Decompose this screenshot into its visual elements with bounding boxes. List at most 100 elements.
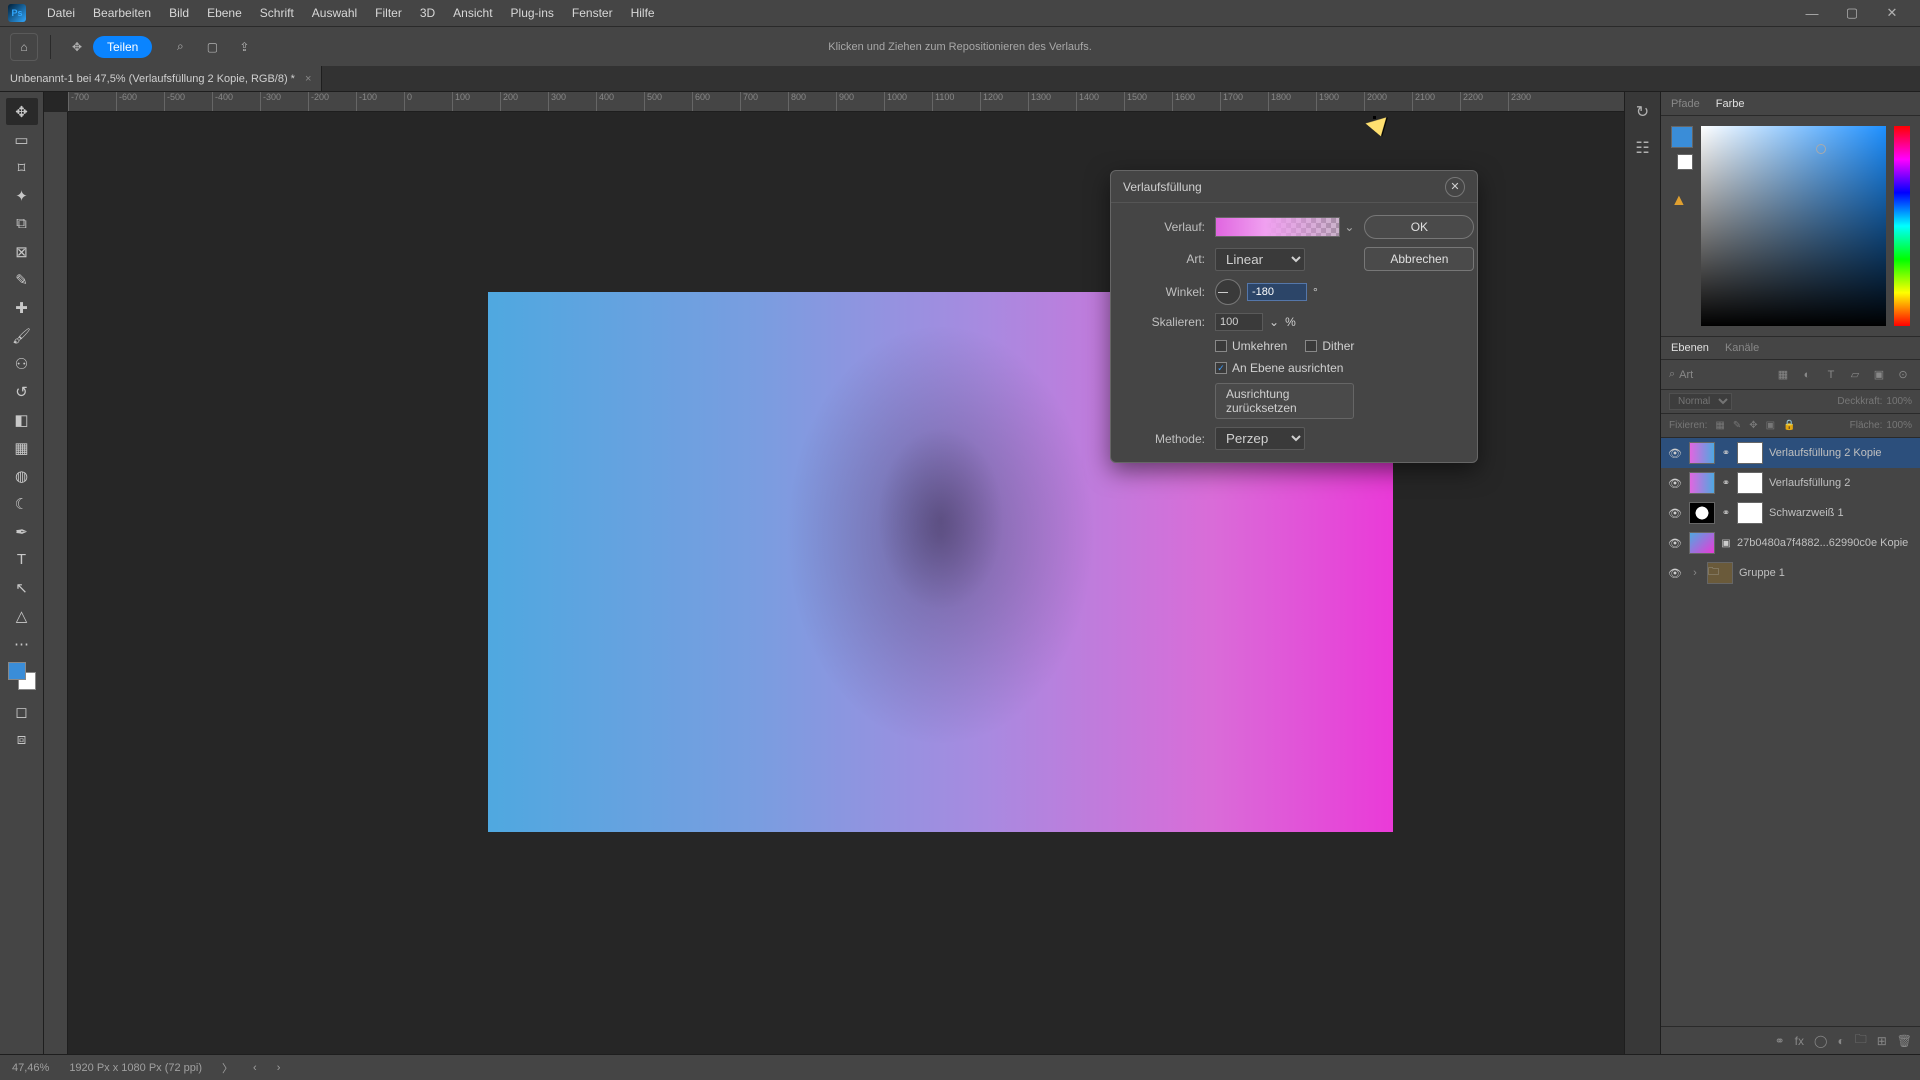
blend-mode-select[interactable]: Normal [1669, 393, 1732, 410]
color-swatches[interactable] [8, 662, 36, 690]
wand-tool[interactable]: ✦ [6, 182, 38, 209]
document-tab-close[interactable]: × [305, 73, 311, 85]
art-select[interactable]: Linear [1215, 248, 1305, 271]
search-icon[interactable]: ⌕ [168, 39, 192, 54]
menu-fenster[interactable]: Fenster [563, 6, 622, 20]
cancel-button[interactable]: Abbrechen [1364, 247, 1474, 271]
marquee-tool[interactable]: ▭ [6, 126, 38, 153]
lock-all-icon[interactable]: 🔒 [1783, 420, 1795, 431]
eyedropper-tool[interactable]: ✎ [6, 266, 38, 293]
tab-pfade[interactable]: Pfade [1671, 98, 1700, 110]
tab-farbe[interactable]: Farbe [1716, 98, 1745, 110]
layer-row[interactable]: 👁⚭Schwarzweiß 1 [1661, 498, 1920, 528]
shape-tool[interactable]: △ [6, 602, 38, 629]
lock-artboard-icon[interactable]: ▣ [1766, 420, 1775, 431]
dialog-titlebar[interactable]: Verlaufsfüllung ✕ [1111, 171, 1477, 203]
dialog-close-button[interactable]: ✕ [1445, 177, 1465, 197]
color-marker[interactable] [1816, 144, 1826, 154]
properties-panel-icon[interactable]: ☷ [1631, 136, 1655, 160]
menu-ansicht[interactable]: Ansicht [444, 6, 501, 20]
tab-ebenen[interactable]: Ebenen [1671, 342, 1709, 354]
filter-toggle[interactable]: ⊙ [1894, 368, 1912, 381]
window-close[interactable]: ✕ [1872, 5, 1912, 21]
menu-bearbeiten[interactable]: Bearbeiten [84, 6, 160, 20]
visibility-icon[interactable]: 👁 [1667, 507, 1683, 520]
fx-icon[interactable]: fx [1795, 1034, 1804, 1048]
align-checkbox[interactable]: An Ebene ausrichten [1215, 361, 1354, 375]
group-fold-icon[interactable]: › [1689, 567, 1701, 579]
angle-input[interactable] [1247, 283, 1307, 301]
method-select[interactable]: Perzeptiv [1215, 427, 1305, 450]
layer-mask[interactable] [1737, 472, 1763, 494]
gradient-dropdown-icon[interactable]: ⌄ [1344, 220, 1354, 234]
visibility-icon[interactable]: 👁 [1667, 537, 1683, 550]
adjustment-icon[interactable]: ◐ [1837, 1034, 1844, 1048]
group-icon[interactable]: 🗀 [1855, 1030, 1867, 1051]
hue-slider[interactable] [1894, 126, 1910, 326]
crop-tool[interactable]: ⧉ [6, 210, 38, 237]
path-select-tool[interactable]: ↖ [6, 574, 38, 601]
eraser-tool[interactable]: ◧ [6, 406, 38, 433]
lock-pixels-icon[interactable]: ▦ [1715, 420, 1724, 431]
status-nav-right[interactable]: › [277, 1062, 281, 1074]
layer-row[interactable]: 👁›🗀Gruppe 1 [1661, 558, 1920, 588]
scale-input[interactable] [1215, 313, 1263, 331]
layer-filter-type[interactable]: ⌕ Art [1669, 368, 1768, 381]
type-tool[interactable]: T [6, 546, 38, 573]
new-layer-icon[interactable]: ⊞ [1877, 1034, 1887, 1048]
color-field[interactable] [1701, 126, 1886, 326]
ok-button[interactable]: OK [1364, 215, 1474, 239]
visibility-icon[interactable]: 👁 [1667, 447, 1683, 460]
gradient-tool[interactable]: ▦ [6, 434, 38, 461]
filter-adjust-icon[interactable]: ◐ [1798, 369, 1816, 381]
reverse-checkbox[interactable]: Umkehren [1215, 339, 1287, 353]
hand-tool[interactable]: ⋯ [6, 630, 38, 657]
status-nav-left[interactable]: ‹ [253, 1062, 257, 1074]
filter-shape-icon[interactable]: ▱ [1846, 368, 1864, 381]
menu-auswahl[interactable]: Auswahl [303, 6, 366, 20]
document-dimensions[interactable]: 1920 Px x 1080 Px (72 ppi) [69, 1062, 202, 1074]
layer-mask[interactable] [1737, 502, 1763, 524]
home-button[interactable]: ⌂ [10, 33, 38, 61]
layer-name[interactable]: Gruppe 1 [1739, 567, 1914, 579]
reset-alignment-button[interactable]: Ausrichtung zurücksetzen [1215, 383, 1354, 419]
tab-kanaele[interactable]: Kanäle [1725, 342, 1759, 354]
menu-3d[interactable]: 3D [411, 6, 444, 20]
fill-value[interactable]: 100% [1886, 420, 1912, 431]
window-maximize[interactable]: ▢ [1832, 5, 1872, 21]
stamp-tool[interactable]: ⚇ [6, 350, 38, 377]
history-panel-icon[interactable]: ↻ [1631, 100, 1655, 124]
layer-name[interactable]: Schwarzweiß 1 [1769, 507, 1914, 519]
link-layers-icon[interactable]: ⚭ [1775, 1034, 1785, 1048]
lock-move-icon[interactable]: ✥ [1749, 420, 1757, 431]
delete-layer-icon[interactable]: 🗑 [1897, 1034, 1912, 1048]
menu-bild[interactable]: Bild [160, 6, 198, 20]
layer-mask[interactable] [1737, 442, 1763, 464]
menu-ebene[interactable]: Ebene [198, 6, 251, 20]
screenmode-tool[interactable]: ⧈ [6, 726, 38, 753]
move-tool[interactable]: ✥ [6, 98, 38, 125]
menu-schrift[interactable]: Schrift [251, 6, 303, 20]
blur-tool[interactable]: ◍ [6, 462, 38, 489]
mask-icon[interactable]: ◯ [1814, 1034, 1827, 1048]
layer-name[interactable]: 27b0480a7f4882...62990c0e Kopie [1737, 537, 1914, 549]
menu-filter[interactable]: Filter [366, 6, 411, 20]
frame-tool[interactable]: ⊠ [6, 238, 38, 265]
heal-tool[interactable]: ✚ [6, 294, 38, 321]
pen-tool[interactable]: ✒ [6, 518, 38, 545]
brush-tool[interactable]: 🖌 [6, 322, 38, 349]
menu-datei[interactable]: Datei [38, 6, 84, 20]
bg-swatch[interactable] [1677, 154, 1693, 170]
share-button[interactable]: Teilen [93, 36, 152, 58]
status-arrow[interactable]: 〉 [222, 1060, 233, 1076]
document-tab[interactable]: Unbenannt-1 bei 47,5% (Verlaufsfüllung 2… [0, 66, 322, 91]
quickmask-tool[interactable]: ◻ [6, 698, 38, 725]
menu-hilfe[interactable]: Hilfe [622, 6, 664, 20]
layer-name[interactable]: Verlaufsfüllung 2 [1769, 477, 1914, 489]
foreground-color[interactable] [8, 662, 26, 680]
lasso-tool[interactable]: ⌑ [6, 154, 38, 181]
filter-smart-icon[interactable]: ▣ [1870, 368, 1888, 381]
filter-pixel-icon[interactable]: ▦ [1774, 368, 1792, 381]
angle-dial[interactable] [1215, 279, 1241, 305]
window-minimize[interactable]: — [1792, 6, 1832, 21]
